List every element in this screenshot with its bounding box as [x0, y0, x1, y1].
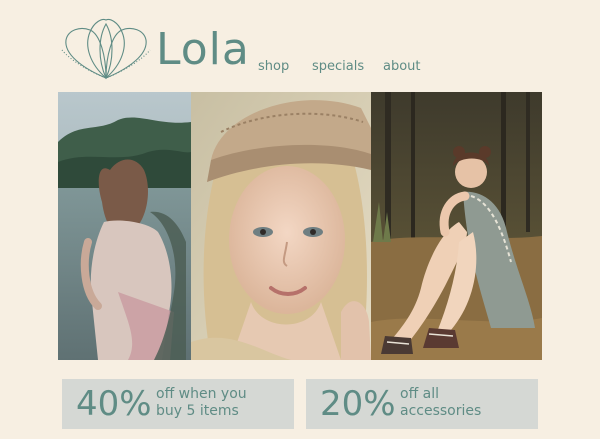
promo-percent: 20% [320, 384, 396, 424]
nav-specials-link[interactable]: specials [312, 59, 364, 75]
hat-portrait-photo[interactable] [191, 92, 371, 360]
nav-about-link[interactable]: about [383, 59, 421, 75]
promo-line-1: off when you [156, 386, 247, 402]
promo-line-2: buy 5 items [156, 403, 239, 419]
promo-description: off all accessories [400, 386, 481, 420]
promo-percent: 40% [76, 384, 152, 424]
promo-description: off when you buy 5 items [156, 386, 247, 420]
sitting-girl-photo[interactable] [371, 92, 542, 360]
promo-40-percent[interactable]: 40% off when you buy 5 items [62, 379, 294, 429]
photo-gallery [58, 92, 542, 360]
promo-line-2: accessories [400, 403, 482, 419]
page: Lola shop specials about 40% off when yo… [0, 0, 600, 439]
promo-line-1: off all [400, 386, 440, 402]
nav-shop-link[interactable]: shop [258, 59, 289, 75]
lotus-logo-icon[interactable] [60, 16, 152, 82]
promo-20-percent[interactable]: 20% off all accessories [306, 379, 538, 429]
brand-name[interactable]: Lola [156, 26, 250, 74]
lake-photo[interactable] [58, 92, 191, 360]
